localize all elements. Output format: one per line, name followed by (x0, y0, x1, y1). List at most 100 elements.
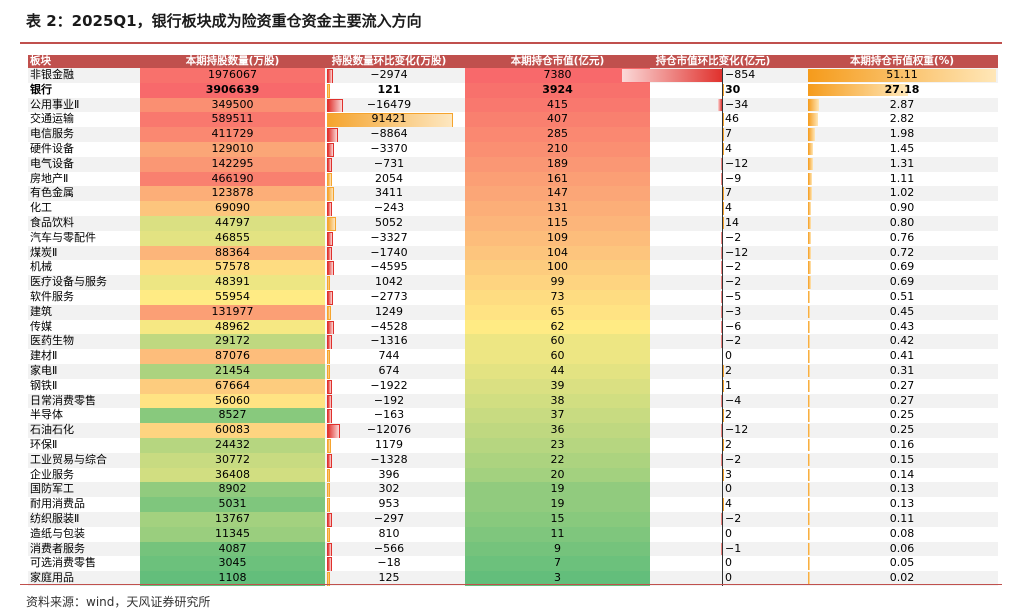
weight-bar (808, 453, 810, 467)
market-value-change-cell: 4 (622, 201, 804, 216)
axis-line (722, 112, 723, 128)
shares-change-bar (327, 276, 331, 290)
shares-value: 8902 (218, 482, 247, 496)
shares-change-value: 953 (378, 497, 400, 511)
shares-value: 21454 (215, 363, 250, 377)
shares-cell: 131977 (140, 304, 325, 320)
sector-name: 医药生物 (30, 334, 74, 348)
weight-bar (808, 157, 813, 171)
axis-line (722, 215, 723, 231)
table-row: 建材Ⅱ 87076 744 60 0 0.41 (28, 349, 998, 364)
shares-change-cell: 396 (324, 468, 454, 483)
shares-change-value: −2974 (370, 68, 408, 81)
axis-line (722, 82, 723, 98)
sector-name: 硬件设备 (30, 141, 74, 155)
header-weight: 本期持仓市值权重(%) (849, 55, 955, 67)
shares-value: 48391 (215, 275, 250, 289)
weight-cell: 0.51 (806, 290, 998, 305)
axis-line (722, 467, 723, 483)
weight-value: 1.98 (889, 127, 915, 141)
market-value-value: 147 (547, 186, 568, 200)
shares-change-cell: 810 (324, 527, 454, 542)
shares-cell: 69090 (140, 201, 325, 216)
shares-value: 3906639 (205, 82, 260, 96)
market-value-change-value: −2 (725, 511, 742, 525)
weight-bar (808, 128, 816, 141)
market-value-change-cell: 2 (622, 363, 804, 379)
shares-change-value: 810 (378, 526, 400, 540)
shares-change-cell: 5052 (324, 216, 454, 231)
table-row: 交通运输 589511 91421 407 46 2.82 (28, 112, 998, 128)
shares-change-cell: −1922 (324, 379, 454, 394)
shares-value: 1108 (218, 571, 247, 585)
market-value-value: 7 (554, 556, 561, 570)
market-value-value: 19 (550, 497, 565, 511)
shares-value: 11345 (215, 526, 250, 540)
weight-cell: 0.08 (806, 527, 998, 542)
market-value-change-value: −3 (725, 304, 742, 318)
axis-line (722, 556, 723, 572)
table-row: 可选消费零售 3045 −18 7 0 0.05 (28, 556, 998, 572)
shares-cell: 36408 (140, 467, 325, 483)
data-table: 板块 本期持股数量(万股) 持股数量环比变化(万股) 本期持仓市值(亿元) 持仓… (28, 55, 998, 586)
header-shares-change: 持股数量环比变化(万股) (331, 55, 447, 67)
weight-value: 0.08 (889, 526, 915, 540)
shares-change-bar (327, 498, 331, 512)
sector-name: 电信服务 (30, 127, 74, 141)
market-value-value: 73 (550, 289, 565, 303)
shares-cell: 56060 (140, 393, 325, 409)
weight-value: 0.51 (889, 289, 915, 303)
weight-value: 27.18 (884, 82, 920, 96)
axis-line (722, 497, 723, 512)
market-value-change-value: −12 (725, 423, 749, 437)
market-value-change-cell: −2 (622, 511, 804, 527)
weight-cell: 2.82 (806, 112, 998, 127)
market-value-value: 189 (547, 156, 568, 170)
shares-value: 67664 (215, 378, 250, 392)
axis-line (722, 186, 723, 202)
shares-cell: 29172 (140, 334, 325, 350)
shares-value: 466190 (211, 171, 254, 185)
shares-value: 56060 (215, 393, 250, 407)
weight-value: 0.31 (889, 363, 915, 377)
shares-change-value: 3411 (375, 186, 403, 200)
axis-line (722, 260, 723, 276)
header-sector: 板块 (30, 55, 51, 67)
shares-change-value: 125 (378, 571, 400, 585)
sector-name: 消费者服务 (30, 541, 85, 555)
sector-name: 传媒 (30, 319, 52, 333)
shares-value: 589511 (211, 112, 254, 126)
shares-change-cell: 121 (324, 83, 454, 98)
shares-change-bar (327, 424, 340, 438)
table-row: 公用事业Ⅱ 349500 −16479 415 −34 2.87 (28, 97, 998, 113)
axis-line (722, 275, 723, 290)
shares-value: 88364 (215, 245, 250, 259)
market-value-value: 100 (547, 260, 568, 274)
axis-line (722, 319, 723, 335)
shares-change-value: −731 (373, 156, 405, 170)
axis-line (722, 171, 723, 187)
shares-change-bar (327, 483, 330, 498)
market-value-change-value: −4 (725, 393, 742, 407)
axis-line (722, 156, 723, 172)
shares-change-value: −2773 (370, 289, 408, 303)
market-value-value: 65 (550, 304, 565, 318)
sector-name: 建筑 (30, 304, 52, 318)
shares-change-bar (327, 261, 335, 276)
shares-change-bar (327, 290, 334, 305)
shares-change-value: −1740 (370, 245, 408, 259)
shares-value: 5031 (218, 497, 247, 511)
market-value-change-value: 2 (725, 437, 732, 451)
shares-change-bar (327, 305, 331, 320)
sector-name: 造纸与包装 (30, 526, 85, 540)
weight-value: 0.90 (889, 201, 915, 215)
shares-change-bar (327, 468, 330, 483)
weight-value: 0.76 (889, 230, 915, 244)
weight-value: 0.25 (889, 408, 915, 422)
weight-bar (808, 409, 810, 422)
shares-change-bar (327, 172, 332, 187)
shares-cell: 30772 (140, 452, 325, 468)
weight-bar (808, 187, 812, 200)
table-row: 环保Ⅱ 24432 1179 23 2 0.16 (28, 437, 998, 453)
shares-cell: 21454 (140, 363, 325, 379)
